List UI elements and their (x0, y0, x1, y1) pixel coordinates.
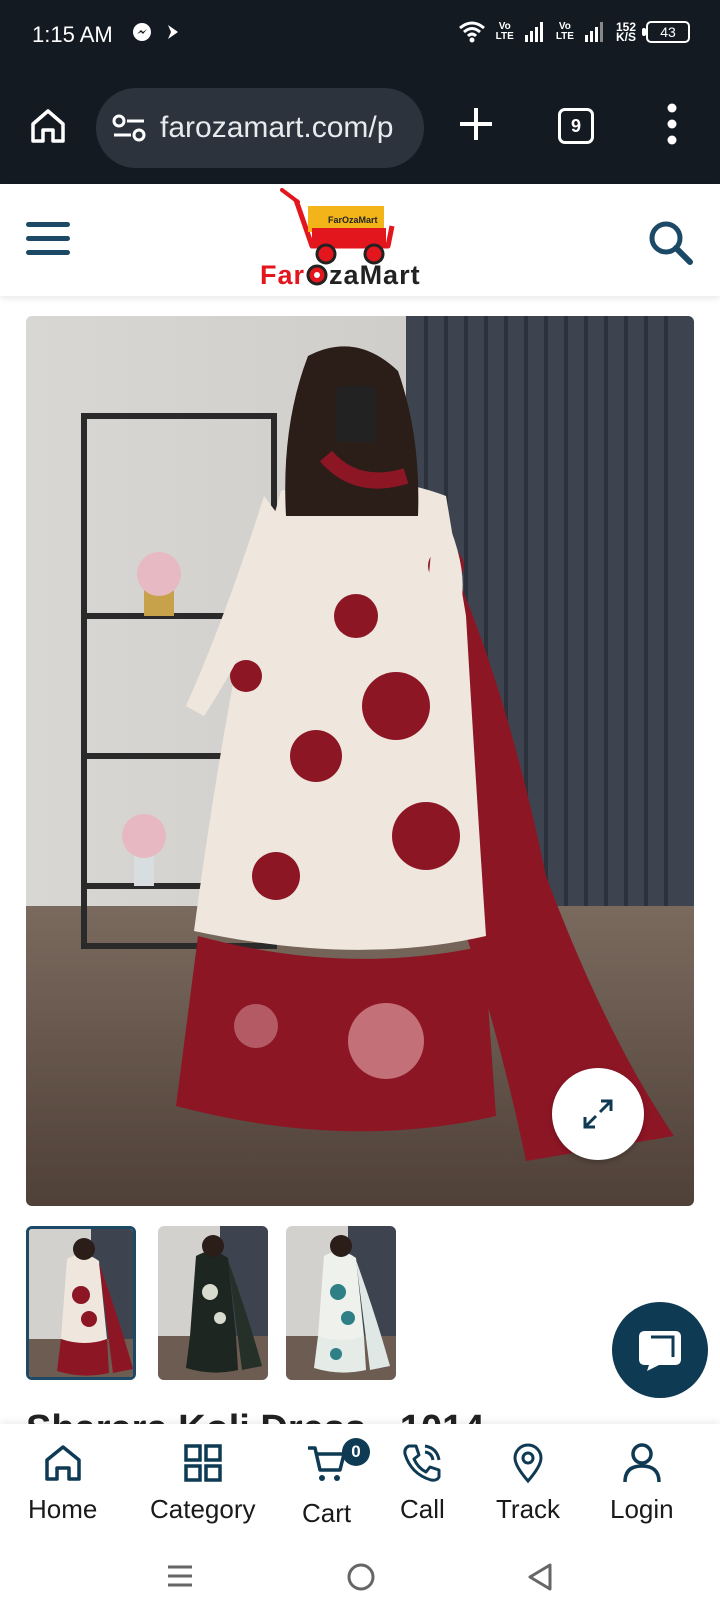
site-header: FarOzaMart Far zaMart (0, 184, 720, 296)
wifi-icon (458, 21, 485, 43)
recent-apps-icon[interactable] (166, 1562, 194, 1590)
logo-wheel-o-icon (306, 264, 328, 286)
signal-icon (524, 22, 543, 42)
url-text: farozamart.com/p (160, 111, 394, 144)
nav-login-label: Login (610, 1494, 674, 1524)
search-icon[interactable] (646, 218, 696, 268)
arrow-icon (168, 25, 178, 39)
volte-indicator-2: Vo LTE (555, 21, 574, 42)
nav-track-label: Track (496, 1494, 561, 1524)
thumbnail-image (158, 1226, 268, 1380)
nav-call-label: Call (400, 1494, 445, 1524)
thumbnail-image (29, 1229, 133, 1377)
status-bar: 1:15 AM Vo LTE Vo LTE 152 K/S 43 (0, 0, 720, 72)
battery-indicator: 43 (642, 21, 690, 43)
product-thumbnail-1[interactable] (26, 1226, 136, 1380)
back-icon[interactable] (526, 1562, 554, 1592)
browser-home-icon[interactable] (28, 106, 68, 146)
nav-track[interactable]: Track (496, 1442, 560, 1525)
cart-logo-icon: FarOzaMart (280, 188, 395, 265)
nav-home-label: Home (28, 1494, 98, 1524)
signal-icon-2 (584, 22, 603, 42)
phone-icon (403, 1444, 441, 1482)
thumbnail-image (286, 1226, 396, 1380)
volte-indicator-1: Vo LTE (495, 21, 514, 42)
location-pin-icon (513, 1443, 543, 1484)
site-logo[interactable]: FarOzaMart Far zaMart (260, 188, 470, 292)
user-icon (623, 1443, 661, 1483)
nav-call[interactable]: Call (400, 1442, 445, 1525)
cart-count-badge: 0 (342, 1438, 370, 1466)
chat-button[interactable] (612, 1302, 708, 1398)
bottom-navigation: Home Category 0 Cart Call Track Login (0, 1424, 720, 1546)
grid-icon (184, 1444, 222, 1482)
logo-wordmark: Far zaMart (260, 260, 421, 290)
tab-switcher-button[interactable]: 9 (558, 108, 594, 144)
expand-icon (583, 1099, 613, 1129)
status-notification-icons (132, 22, 180, 42)
address-bar[interactable]: farozamart.com/p (96, 88, 424, 168)
nav-cart[interactable]: 0 Cart (302, 1438, 370, 1529)
messenger-icon (133, 23, 151, 41)
new-tab-icon[interactable] (458, 106, 494, 142)
site-settings-icon[interactable] (112, 113, 146, 143)
zoom-image-button[interactable] (552, 1068, 644, 1160)
status-indicators: Vo LTE Vo LTE 152 K/S 43 (458, 20, 690, 44)
more-options-icon[interactable] (664, 102, 680, 146)
nav-cart-label: Cart (302, 1498, 352, 1528)
network-speed: 152 K/S (615, 20, 636, 44)
home-circle-icon[interactable] (346, 1562, 376, 1592)
chat-icon (639, 1331, 681, 1371)
cart-icon (307, 1446, 346, 1481)
nav-home[interactable]: Home (28, 1442, 97, 1525)
product-thumbnail-3[interactable] (286, 1226, 396, 1380)
nav-login[interactable]: Login (610, 1442, 674, 1525)
product-thumbnail-2[interactable] (158, 1226, 268, 1380)
svg-text:FarOzaMart: FarOzaMart (328, 215, 378, 225)
home-icon (44, 1445, 81, 1481)
nav-category-label: Category (150, 1494, 256, 1524)
hamburger-menu-icon[interactable] (26, 220, 70, 258)
nav-category[interactable]: Category (150, 1442, 256, 1525)
browser-toolbar: farozamart.com/p 9 (0, 72, 720, 184)
system-navigation-bar (0, 1546, 720, 1612)
status-time: 1:15 AM (32, 22, 113, 47)
